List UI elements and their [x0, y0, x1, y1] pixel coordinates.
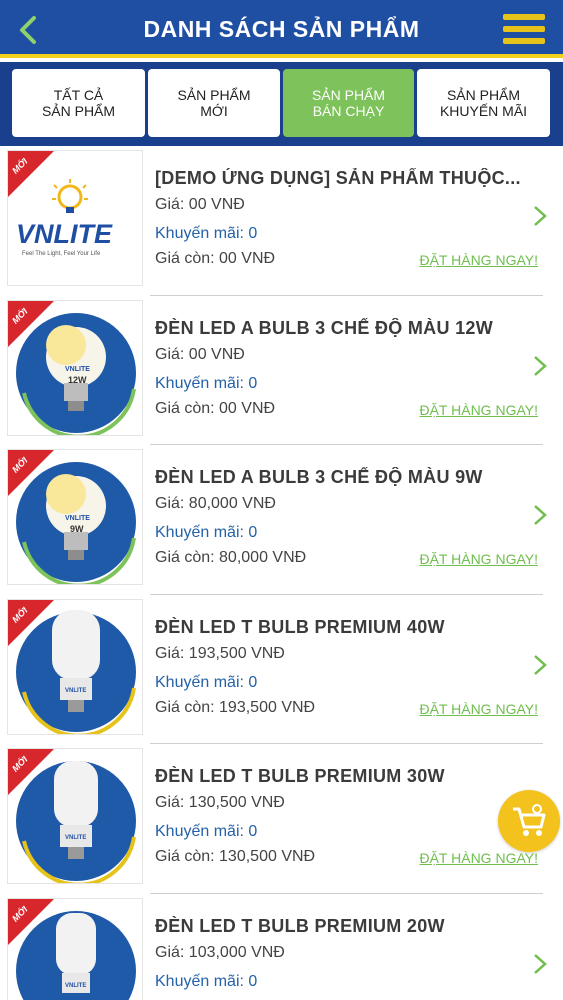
- tab-all-products[interactable]: TẤT CẢ SẢN PHẨM: [12, 69, 145, 137]
- product-image: VNLITE MỚI: [7, 897, 143, 1000]
- order-now-link[interactable]: ĐẶT HÀNG NGAY!: [419, 551, 538, 567]
- tab-label: SẢN PHẨM MỚI: [177, 87, 251, 119]
- tab-new-products[interactable]: SẢN PHẨM MỚI: [148, 69, 280, 137]
- product-name: [DEMO ỨNG DỤNG] SẢN PHẨM THUỘC...: [155, 168, 521, 188]
- svg-text:VNLITE: VNLITE: [65, 366, 90, 373]
- product-image: VNLITE MỚI: [7, 748, 143, 884]
- chevron-right-icon[interactable]: [531, 503, 549, 527]
- page-title: DANH SÁCH SẢN PHẨM: [143, 16, 420, 42]
- app-header: DANH SÁCH SẢN PHẨM: [0, 0, 563, 58]
- svg-text:VNLITE: VNLITE: [65, 688, 86, 694]
- order-now-link[interactable]: ĐẶT HÀNG NGAY!: [419, 252, 538, 268]
- chevron-left-icon: [20, 16, 36, 44]
- product-item[interactable]: VNLITE MỚI ĐÈN LED T BULB PREMIUM 30W Gi…: [0, 744, 563, 894]
- product-price: Giá: 00 VNĐ: [155, 196, 245, 213]
- product-final-price: Giá còn: 193,500 VNĐ: [155, 698, 316, 716]
- svg-text:VNLITE: VNLITE: [65, 983, 86, 989]
- hamburger-menu-icon: [503, 14, 545, 20]
- hamburger-bar: [503, 26, 545, 32]
- chevron-right-icon[interactable]: [531, 204, 549, 228]
- product-promo: Khuyến mãi: 0: [155, 225, 258, 242]
- product-item[interactable]: VNLITE MỚI ĐÈN LED T BULB PREMIUM 40W Gi…: [0, 595, 563, 744]
- bulb-wattage: 12W: [68, 375, 87, 385]
- tab-label: SẢN PHẨM BÁN CHẠY: [311, 87, 386, 119]
- svg-text:VNLITE: VNLITE: [65, 835, 86, 841]
- product-item[interactable]: VNLITE MỚI ĐÈN LED T BULB PREMIUM 20W Gi…: [0, 894, 563, 1000]
- logo-tagline: Feel The Light, Feel Your Life: [22, 251, 101, 257]
- product-price: Giá: 193,500 VNĐ: [155, 644, 285, 662]
- tab-best-sellers[interactable]: SẢN PHẨM BÁN CHẠY: [283, 69, 414, 137]
- tab-label: SẢN PHẨM KHUYẾN MÃI: [439, 87, 528, 119]
- tab-promotions[interactable]: SẢN PHẨM KHUYẾN MÃI: [417, 69, 550, 137]
- product-image: VNLITE 9W MỚI: [7, 449, 143, 585]
- product-promo: Khuyến mãi: 0: [155, 374, 258, 392]
- product-list: VNLITE Feel The Light, Feel Your Life MỚ…: [0, 146, 563, 1000]
- cart-button[interactable]: [498, 790, 560, 852]
- order-now-link[interactable]: ĐẶT HÀNG NGAY!: [419, 402, 538, 418]
- menu-button[interactable]: [503, 14, 545, 44]
- product-final-price: Giá còn: 00 VNĐ: [155, 399, 276, 417]
- product-promo: Khuyến mãi: 0: [155, 673, 258, 691]
- product-name: ĐÈN LED A BULB 3 CHẾ ĐỘ MÀU 12W: [155, 317, 493, 338]
- order-now-link[interactable]: ĐẶT HÀNG NGAY!: [419, 850, 538, 866]
- product-name: ĐÈN LED T BULB PREMIUM 30W: [155, 766, 445, 786]
- category-tabs: TẤT CẢ SẢN PHẨM SẢN PHẨM MỚI SẢN PHẨM BÁ…: [0, 62, 563, 146]
- product-promo: Khuyến mãi: 0: [155, 972, 258, 990]
- product-image: VNLITE 12W MỚI: [7, 299, 143, 436]
- product-price: Giá: 00 VNĐ: [155, 345, 245, 363]
- product-item[interactable]: VNLITE 9W MỚI ĐÈN LED A BULB 3 CHẾ ĐỘ MÀ…: [0, 445, 563, 595]
- product-image: VNLITE MỚI: [7, 598, 143, 735]
- product-final-price: Giá còn: 130,500 VNĐ: [155, 848, 316, 865]
- chevron-right-icon[interactable]: [531, 952, 549, 976]
- chevron-right-icon[interactable]: [531, 653, 549, 677]
- logo-text: VNLITE: [16, 219, 113, 249]
- chevron-right-icon[interactable]: [531, 354, 549, 378]
- product-name: ĐÈN LED T BULB PREMIUM 20W: [155, 915, 445, 936]
- product-promo: Khuyến mãi: 0: [155, 823, 258, 840]
- product-item[interactable]: VNLITE Feel The Light, Feel Your Life MỚ…: [0, 146, 563, 296]
- product-price: Giá: 103,000 VNĐ: [155, 943, 285, 961]
- product-final-price: Giá còn: 00 VNĐ: [155, 250, 276, 267]
- back-button[interactable]: [8, 10, 48, 50]
- app-screen: DANH SÁCH SẢN PHẨM TẤT CẢ SẢN PHẨM SẢN P…: [0, 0, 563, 1000]
- product-name: ĐÈN LED T BULB PREMIUM 40W: [155, 616, 445, 637]
- order-now-link[interactable]: ĐẶT HÀNG NGAY!: [419, 701, 538, 717]
- product-image: VNLITE Feel The Light, Feel Your Life MỚ…: [7, 150, 143, 286]
- bulb-wattage: 9W: [70, 524, 84, 534]
- product-name: ĐÈN LED A BULB 3 CHẾ ĐỘ MÀU 9W: [155, 467, 483, 487]
- product-item[interactable]: VNLITE 12W MỚI ĐÈN LED A BULB 3 CHẾ ĐỘ M…: [0, 296, 563, 445]
- product-promo: Khuyến mãi: 0: [155, 524, 258, 541]
- product-price: Giá: 130,500 VNĐ: [155, 794, 285, 811]
- product-price: Giá: 80,000 VNĐ: [155, 495, 276, 512]
- shopping-cart-icon: [513, 804, 546, 836]
- tab-label: TẤT CẢ SẢN PHẨM: [41, 87, 116, 119]
- product-final-price: Giá còn: 80,000 VNĐ: [155, 549, 307, 566]
- hamburger-bar: [503, 38, 545, 44]
- svg-text:VNLITE: VNLITE: [65, 515, 90, 522]
